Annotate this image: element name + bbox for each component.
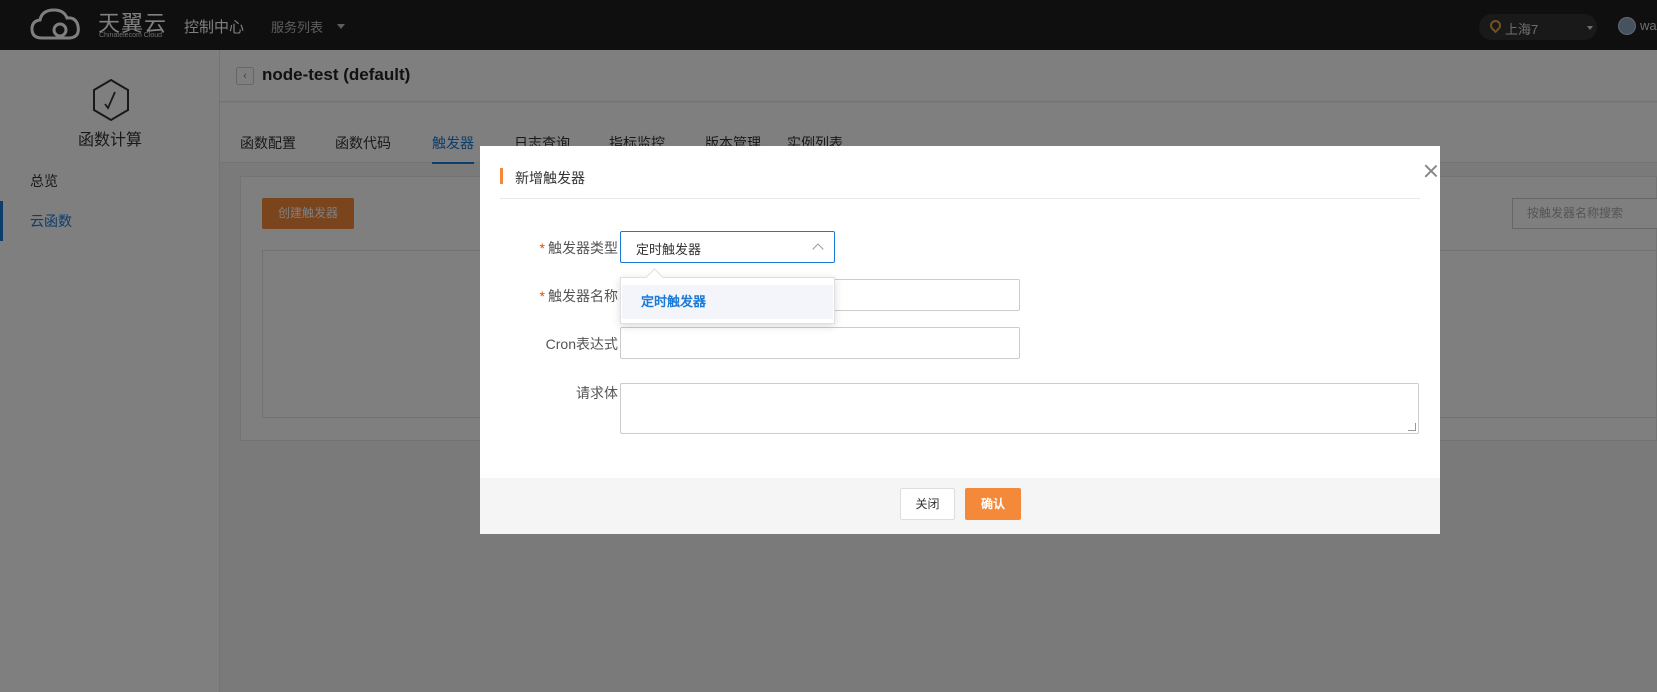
cron-label: Cron表达式	[545, 336, 618, 352]
dropdown-option-timer-trigger[interactable]: 定时触发器	[622, 285, 833, 319]
close-icon[interactable]	[1424, 164, 1438, 178]
chevron-up-icon	[812, 243, 824, 255]
trigger-type-select[interactable]: 定时触发器	[620, 231, 835, 263]
dialog-title: 新增触发器	[515, 170, 585, 186]
close-button[interactable]: 关闭	[900, 488, 955, 520]
trigger-name-label: * 触发器名称	[540, 286, 618, 306]
title-accent-bar	[500, 168, 503, 184]
cron-expression-input[interactable]	[620, 327, 1020, 359]
request-body-label: 请求体	[576, 385, 618, 401]
required-mark: *	[539, 288, 545, 304]
resize-handle-icon[interactable]	[1408, 423, 1416, 431]
trigger-name-label-text: 触发器名称	[548, 288, 618, 304]
trigger-type-label-text: 触发器类型	[548, 240, 618, 256]
dialog-footer: 关闭 确认	[480, 478, 1440, 534]
request-body-textarea[interactable]	[620, 383, 1419, 434]
dialog-header: 新增触发器	[500, 146, 1420, 199]
trigger-type-value: 定时触发器	[636, 242, 702, 257]
confirm-button[interactable]: 确认	[965, 488, 1021, 520]
trigger-type-dropdown: 定时触发器	[620, 277, 835, 324]
add-trigger-dialog: 新增触发器 * 触发器类型 定时触发器 * 触发器名称 Cron表达式 请求体 定时…	[480, 146, 1440, 534]
trigger-type-label: * 触发器类型	[540, 238, 618, 258]
required-mark: *	[539, 240, 545, 256]
